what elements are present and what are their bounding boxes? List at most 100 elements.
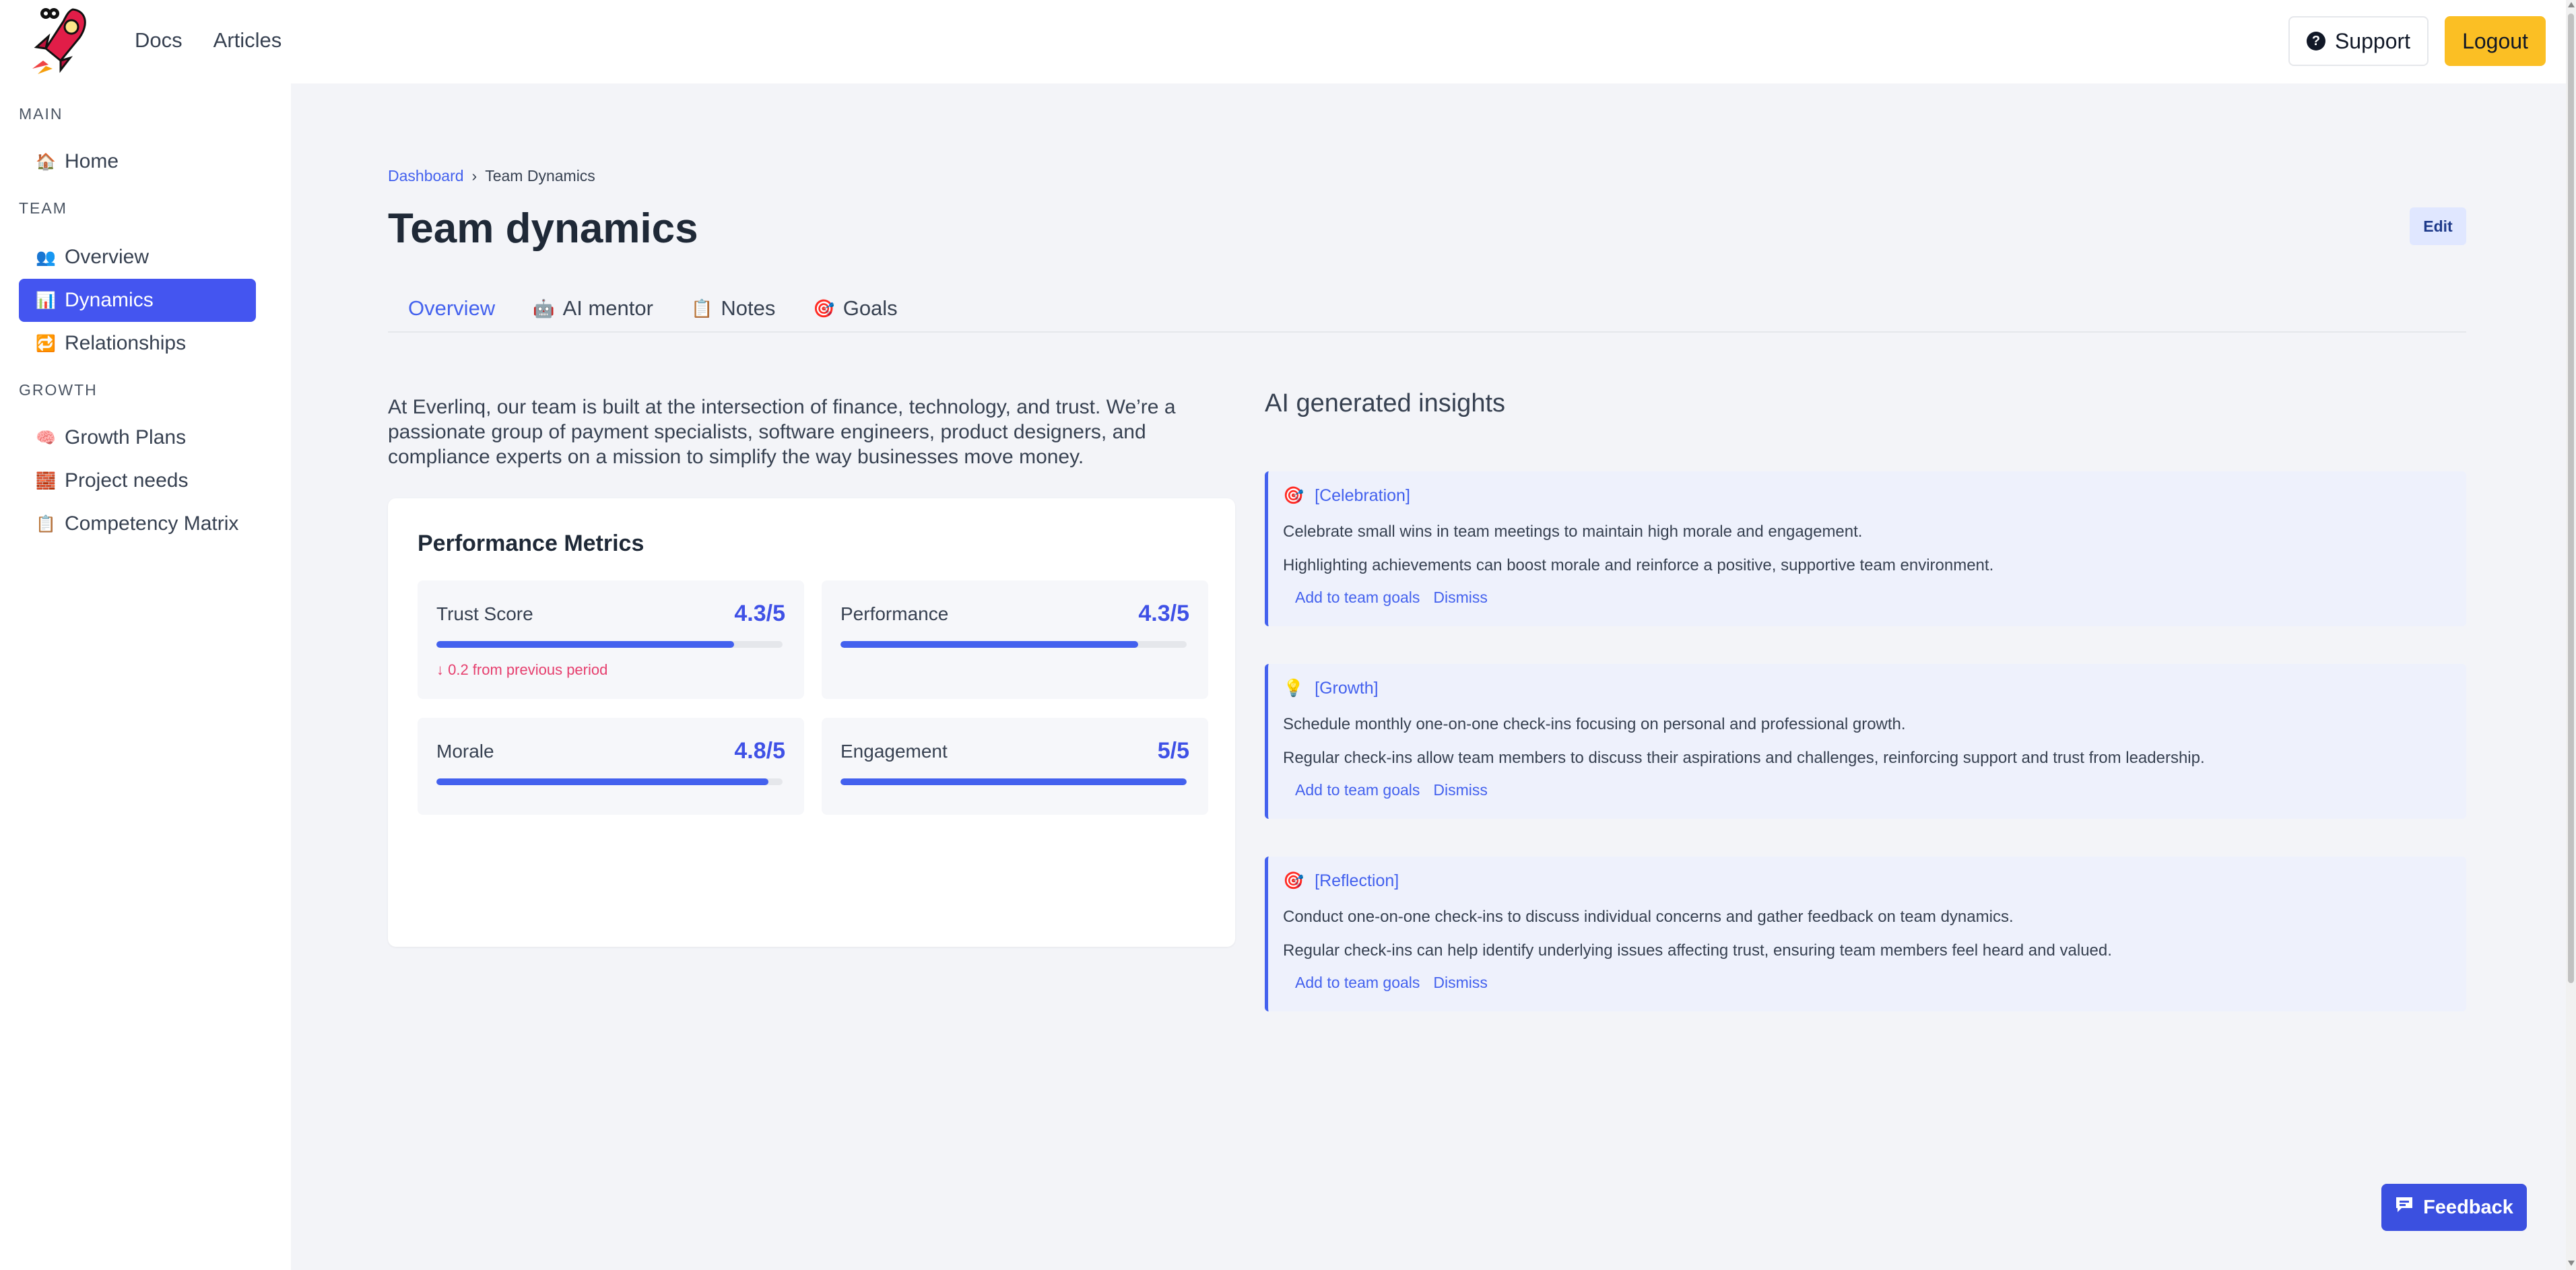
vertical-scrollbar[interactable] <box>2566 0 2576 1270</box>
clipboard-icon: 📋 <box>690 298 713 319</box>
sidebar-item-label: Project needs <box>65 469 189 492</box>
feedback-button[interactable]: Feedback <box>2381 1184 2527 1231</box>
tab-label: AI mentor <box>562 296 653 320</box>
target-icon: 🎯 <box>1283 871 1304 890</box>
metric-name: Engagement <box>840 741 948 762</box>
rocket-logo-icon[interactable] <box>26 4 93 77</box>
metric-progress-bar <box>840 641 1187 648</box>
insight-tag: [Growth] <box>1315 679 1379 698</box>
sidebar-section-growth: GROWTH <box>19 381 98 399</box>
insight-card-growth: 💡 [Growth] Schedule monthly one-on-one c… <box>1265 664 2466 819</box>
metric-progress-fill <box>840 641 1139 648</box>
sidebar-item-competency-matrix[interactable]: 📋 Competency Matrix <box>19 502 256 545</box>
sidebar-item-project-needs[interactable]: 🧱 Project needs <box>19 459 256 502</box>
sidebar-item-relationships[interactable]: 🔁 Relationships <box>19 322 256 365</box>
target-icon: 🎯 <box>1283 486 1304 505</box>
insight-suggestion: Celebrate small wins in team meetings to… <box>1283 523 1863 541</box>
tab-overview[interactable]: Overview <box>408 288 495 329</box>
ai-insights-title: AI generated insights <box>1265 389 1506 417</box>
metric-progress-bar <box>840 778 1187 785</box>
dismiss-link[interactable]: Dismiss <box>1433 589 1488 607</box>
sidebar-item-overview[interactable]: 👥 Overview <box>19 236 256 279</box>
help-icon: ? <box>2306 32 2325 51</box>
scroll-up-arrow-icon[interactable] <box>2568 2 2575 7</box>
metric-value: 4.3/5 <box>1138 601 1189 626</box>
tab-label: Overview <box>408 296 496 320</box>
metric-value: 4.8/5 <box>734 738 785 764</box>
lightbulb-icon: 💡 <box>1283 679 1304 698</box>
insight-card-celebration: 🎯 [Celebration] Celebrate small wins in … <box>1265 471 2466 626</box>
sidebar: MAIN 🏠 Home TEAM 👥 Overview 📊 Dynamics 🔁… <box>0 83 291 1270</box>
metrics-title: Performance Metrics <box>418 531 645 556</box>
insight-card-reflection: 🎯 [Reflection] Conduct one-on-one check-… <box>1265 857 2466 1011</box>
metric-progress-fill <box>436 778 769 785</box>
metric-progress-bar <box>436 778 783 785</box>
docs-link[interactable]: Docs <box>135 28 183 53</box>
add-to-team-goals-link[interactable]: Add to team goals <box>1295 781 1420 799</box>
metric-value: 5/5 <box>1157 738 1189 764</box>
support-label: Support <box>2334 28 2411 53</box>
sidebar-item-label: Relationships <box>65 332 187 354</box>
tab-label: Goals <box>843 296 898 320</box>
dismiss-link[interactable]: Dismiss <box>1433 974 1488 992</box>
tab-ai-mentor[interactable]: 🤖 AI mentor <box>533 288 653 329</box>
sidebar-item-growth-plans[interactable]: 🧠 Growth Plans <box>19 416 256 459</box>
dismiss-link[interactable]: Dismiss <box>1433 781 1488 799</box>
metric-progress-fill <box>436 641 735 648</box>
main-content: Dashboard › Team Dynamics Team dynamics … <box>291 83 2566 1270</box>
edit-button[interactable]: Edit <box>2410 207 2466 245</box>
sidebar-item-label: Home <box>65 150 119 172</box>
breadcrumb-current: Team Dynamics <box>485 167 595 185</box>
sidebar-item-label: Overview <box>65 246 150 268</box>
brain-icon: 🧠 <box>36 428 56 447</box>
tab-bar: Overview 🤖 AI mentor 📋 Notes 🎯 Goals <box>388 288 2466 333</box>
sidebar-section-main: MAIN <box>19 105 63 123</box>
metric-name: Trust Score <box>436 603 533 624</box>
clipboard-icon: 📋 <box>36 514 56 533</box>
robot-icon: 🤖 <box>533 298 555 319</box>
metric-engagement: Engagement 5/5 <box>822 718 1208 815</box>
metric-morale: Morale 4.8/5 <box>418 718 804 815</box>
scrollbar-thumb[interactable] <box>2568 13 2574 983</box>
logout-button[interactable]: Logout <box>2445 16 2546 66</box>
people-icon: 👥 <box>36 248 56 267</box>
metric-performance: Performance 4.3/5 <box>822 580 1208 699</box>
sidebar-item-label: Growth Plans <box>65 426 187 448</box>
metric-progress-fill <box>840 778 1187 785</box>
scroll-down-arrow-icon[interactable] <box>2568 1261 2575 1266</box>
metric-delta: ↓ 0.2 from previous period <box>436 661 608 678</box>
insight-rationale: Regular check-ins can help identify unde… <box>1283 941 2112 960</box>
tab-label: Notes <box>721 296 776 320</box>
support-button[interactable]: ? Support <box>2288 16 2429 66</box>
tab-goals[interactable]: 🎯 Goals <box>813 288 897 329</box>
bar-chart-icon: 📊 <box>36 291 56 310</box>
insight-tag: [Celebration] <box>1315 486 1410 505</box>
sidebar-item-label: Dynamics <box>65 289 154 311</box>
insight-tag: [Reflection] <box>1315 871 1399 890</box>
metric-name: Morale <box>436 741 494 762</box>
breadcrumb: Dashboard › Team Dynamics <box>388 167 595 185</box>
add-to-team-goals-link[interactable]: Add to team goals <box>1295 589 1420 607</box>
metric-value: 4.3/5 <box>734 601 785 626</box>
relationships-icon: 🔁 <box>36 334 56 353</box>
insight-rationale: Regular check-ins allow team members to … <box>1283 749 2205 767</box>
page-title: Team dynamics <box>388 205 698 252</box>
insight-suggestion: Schedule monthly one-on-one check-ins fo… <box>1283 715 1906 733</box>
sidebar-item-home[interactable]: 🏠 Home <box>19 140 256 183</box>
performance-metrics-card: Performance Metrics Trust Score 4.3/5 ↓ … <box>388 498 1235 947</box>
sidebar-item-dynamics[interactable]: 📊 Dynamics <box>19 279 256 322</box>
sidebar-item-label: Competency Matrix <box>65 512 239 535</box>
feedback-label: Feedback <box>2423 1196 2513 1218</box>
breadcrumb-separator: › <box>471 167 477 185</box>
metric-progress-bar <box>436 641 783 648</box>
sidebar-section-team: TEAM <box>19 199 67 217</box>
articles-link[interactable]: Articles <box>213 28 282 53</box>
metric-name: Performance <box>840 603 949 624</box>
team-intro-text: At Everlinq, our team is built at the in… <box>388 396 1176 468</box>
add-to-team-goals-link[interactable]: Add to team goals <box>1295 974 1420 992</box>
insight-rationale: Highlighting achievements can boost mora… <box>1283 556 1994 574</box>
home-icon: 🏠 <box>36 152 56 171</box>
breadcrumb-dashboard-link[interactable]: Dashboard <box>388 167 464 185</box>
tab-notes[interactable]: 📋 Notes <box>691 288 775 329</box>
target-icon: 🎯 <box>813 298 835 319</box>
